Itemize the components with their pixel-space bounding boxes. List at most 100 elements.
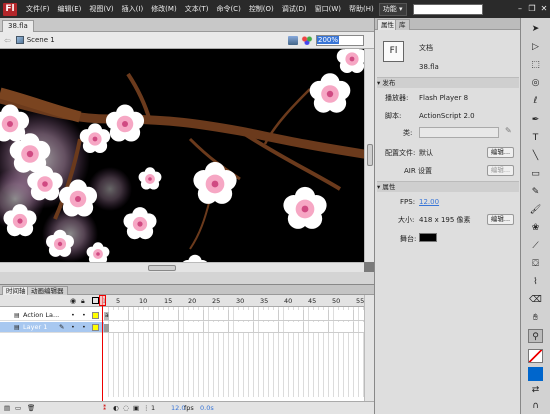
action-marker: a (105, 312, 109, 319)
stage-color-swatch[interactable] (419, 233, 437, 242)
onion-markers-icon[interactable]: ⋮ (143, 402, 150, 414)
frame-number: 30 (236, 297, 245, 305)
eyedropper-icon[interactable]: ⌇ (528, 275, 543, 289)
bone-icon[interactable]: ⟋ (528, 239, 543, 253)
pencil-icon[interactable]: ✎ (505, 126, 512, 135)
snap-icon[interactable]: ∩ (528, 399, 543, 413)
edit-size-button[interactable]: 编辑... (487, 214, 514, 225)
size-label: 大小: (398, 216, 415, 224)
delete-layer-icon[interactable]: 🗑︎ (27, 402, 35, 414)
document-tab[interactable]: 38.fla (2, 20, 34, 32)
workspace-dropdown[interactable]: 功能 ▾ (378, 2, 407, 16)
rectangle-icon[interactable]: ▭ (528, 167, 543, 181)
search-input[interactable] (412, 3, 483, 15)
class-label: 类: (403, 129, 413, 137)
menu-item[interactable]: 控制(O) (245, 0, 278, 18)
deco-icon[interactable]: ❀ (528, 221, 543, 235)
visibility-dot-icon[interactable]: • (71, 322, 75, 333)
eraser-icon[interactable]: ⌫ (528, 293, 543, 307)
lock-icon[interactable]: 🔒︎ (81, 297, 85, 306)
stage-canvas[interactable] (0, 49, 364, 262)
menu-item[interactable]: 插入(I) (118, 0, 148, 18)
new-folder-icon[interactable]: ▭ (15, 402, 21, 414)
eye-icon[interactable]: ◉ (70, 297, 76, 305)
publish-section-header[interactable]: ▾ 发布 (377, 77, 519, 88)
layer-name[interactable]: Layer 1 (23, 322, 47, 333)
keyframe[interactable] (104, 324, 109, 332)
3d-rotation-icon[interactable]: ◎ (528, 76, 543, 90)
line-icon[interactable]: ╲ (528, 149, 543, 163)
script-value: ActionScript 2.0 (419, 112, 475, 120)
vertical-scroll-thumb[interactable] (367, 144, 373, 166)
menu-item[interactable]: 窗口(W) (311, 0, 345, 18)
tab-library[interactable]: 库 (395, 19, 410, 30)
player-label: 播放器: (385, 94, 409, 102)
minimize-button[interactable]: – (514, 0, 526, 18)
subselection-icon[interactable]: ▷ (528, 40, 543, 54)
fps-value[interactable]: 12.00 (419, 197, 439, 207)
stroke-color-icon[interactable]: ✏ (528, 349, 543, 363)
layer-color-icon[interactable] (92, 324, 99, 331)
edit-symbol-icon[interactable] (301, 35, 313, 45)
lock-dot-icon[interactable]: • (82, 322, 86, 333)
layer-row-selected[interactable]: ▤ Layer 1 ✎ • • (0, 322, 104, 333)
swap-colors-icon[interactable]: ⇄ (528, 383, 543, 397)
horizontal-scroll-thumb[interactable] (148, 265, 176, 271)
menu-item[interactable]: 文件(F) (22, 0, 54, 18)
lasso-icon[interactable]: ℓ (528, 94, 543, 108)
menu-list: 文件(F) 编辑(E) 视图(V) 插入(I) 修改(M) 文本(T) 命令(C) 控制(O)… (22, 0, 378, 18)
tools-panel: ➤ ▷ ⬚ ◎ ℓ ✒ T ╲ ▭ ✎ 🖌︎ ❀ ⟋ ⛋ ⌇ ⌫ ✋︎ ⚲ ✏ ◆ ⇄ ∩ (520, 18, 550, 414)
menu-item[interactable]: 文本(T) (181, 0, 213, 18)
pen-icon[interactable]: ✒ (528, 113, 543, 127)
layer-name[interactable]: Action La... (23, 310, 59, 321)
menu-item[interactable]: 命令(C) (212, 0, 244, 18)
close-button[interactable]: ✕ (538, 0, 550, 18)
profile-label: 配置文件: (385, 149, 416, 157)
frame-number: 15 (164, 297, 173, 305)
menu-item[interactable]: 调试(D) (278, 0, 311, 18)
visibility-dot-icon[interactable]: • (71, 310, 75, 321)
brush-icon[interactable]: 🖌︎ (528, 203, 543, 217)
pencil-icon[interactable]: ✎ (528, 185, 543, 199)
free-transform-icon[interactable]: ⬚ (528, 58, 543, 72)
horizontal-scrollbar[interactable] (0, 262, 364, 272)
menu-item[interactable]: 视图(V) (85, 0, 117, 18)
frame-row[interactable] (104, 310, 364, 321)
frame-number: 40 (284, 297, 293, 305)
edit-scene-icon[interactable] (288, 36, 298, 45)
fill-color-icon[interactable]: ◆ (528, 367, 543, 381)
layer-row[interactable]: ▤ Action La... • • (0, 310, 104, 321)
restore-button[interactable]: ❐ (526, 0, 538, 18)
menu-item[interactable]: 修改(M) (147, 0, 181, 18)
timeline-header: ◉ 🔒︎ 1510152025303540455055 (0, 295, 374, 307)
hand-icon[interactable]: ✋︎ (528, 311, 543, 325)
onion-outline-icon[interactable]: ◌ (123, 402, 129, 414)
playhead[interactable] (102, 295, 103, 401)
selection-icon[interactable]: ➤ (528, 22, 543, 36)
back-arrow-icon[interactable]: ⇦ (4, 36, 11, 45)
onion-skin-icon[interactable]: ◐ (113, 402, 119, 414)
lock-dot-icon[interactable]: • (82, 310, 86, 321)
frame-row[interactable] (104, 322, 364, 333)
zoom-select[interactable]: 200% (316, 35, 364, 46)
timeline-vertical-scrollbar[interactable] (364, 295, 374, 401)
menu-item[interactable]: 帮助(H) (345, 0, 378, 18)
layer-color-icon[interactable] (92, 312, 99, 319)
class-input[interactable] (419, 127, 499, 138)
zoom-icon[interactable]: ⚲ (528, 329, 543, 343)
vertical-scrollbar[interactable] (364, 49, 374, 262)
edit-profile-button[interactable]: 编辑... (487, 147, 514, 158)
menu-item[interactable]: 编辑(E) (54, 0, 86, 18)
center-frame-icon[interactable]: ⁑ (103, 402, 106, 414)
edit-multiple-frames-icon[interactable]: ▣ (133, 402, 139, 414)
properties-section-header[interactable]: ▾ 属性 (377, 181, 519, 192)
outline-icon[interactable] (92, 297, 99, 304)
size-value: 418 x 195 像素 (419, 216, 471, 224)
paint-bucket-icon[interactable]: ⛋ (528, 257, 543, 271)
scene-label[interactable]: Scene 1 (27, 36, 55, 44)
new-layer-icon[interactable]: ▤ (4, 402, 10, 414)
text-icon[interactable]: T (528, 131, 543, 145)
playhead-handle[interactable] (99, 295, 106, 306)
frame-number: 5 (116, 297, 121, 305)
timeline-status-bar: ▤ ▭ 🗑︎ ⁑ ◐ ◌ ▣ ⋮ 1 12.0 fps 0.0s (0, 401, 374, 414)
